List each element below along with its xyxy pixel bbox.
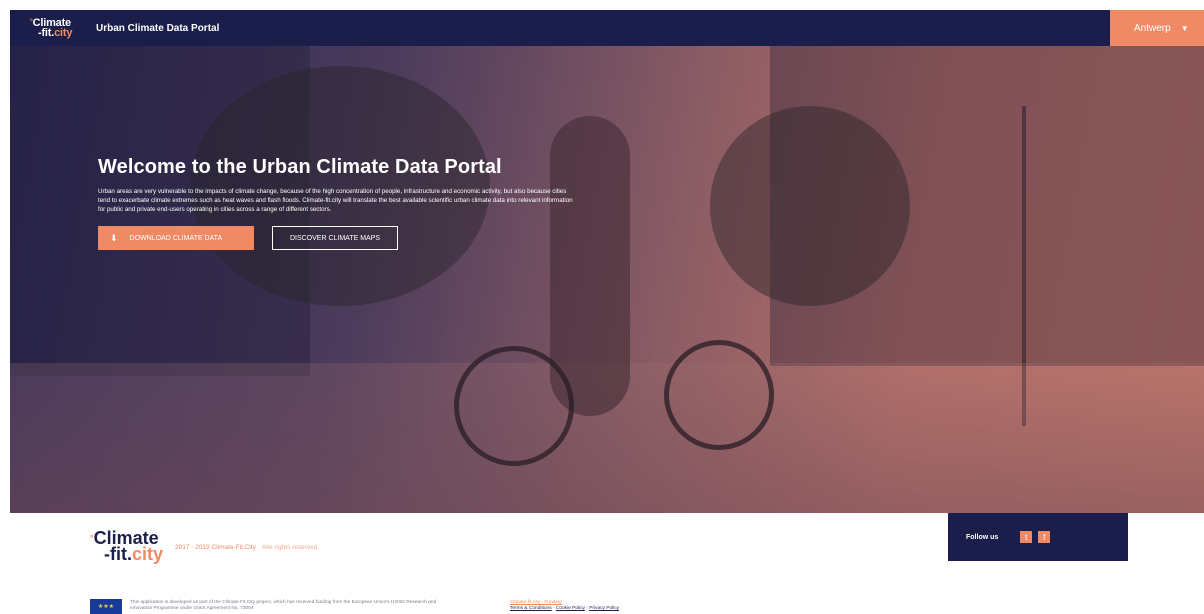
- hero-title: Welcome to the Urban Climate Data Portal: [98, 156, 502, 178]
- facebook-icon[interactable]: f: [1038, 531, 1051, 543]
- chevron-down-icon: ▼: [1180, 23, 1189, 33]
- climate-fit-city-logo[interactable]: °Climate -fit.city: [30, 18, 74, 39]
- discover-climate-maps-label: DISCOVER CLIMATE MAPS: [289, 234, 381, 242]
- footer-logo[interactable]: °Climate -fit.city: [90, 529, 164, 564]
- logo-line-2-accent: city: [54, 27, 73, 39]
- terms-link[interactable]: Terms & Conditions: [510, 606, 552, 611]
- footer-logo-line-2: -fit.: [104, 544, 132, 564]
- legal-links: Climate-fit.city - Funding Terms & Condi…: [510, 600, 619, 612]
- funding-statement: This application is developed as part of…: [130, 600, 437, 611]
- funding-link[interactable]: Climate-fit.city - Funding: [510, 600, 562, 605]
- copyright-text: 2017 - 2019 Climate-Fit.City: [175, 544, 256, 551]
- download-icon: ⬇: [110, 232, 118, 243]
- footer-logo-line-2-accent: city: [131, 544, 164, 564]
- download-climate-data-label: DOWNLOAD CLIMATE DATA: [129, 234, 223, 242]
- cookie-policy-link[interactable]: Cookie Policy: [556, 606, 585, 611]
- top-navigation-bar: °Climate -fit.city Urban Climate Data Po…: [10, 10, 1204, 46]
- portal-title[interactable]: Urban Climate Data Portal: [96, 23, 219, 34]
- city-selector-value: Antwerp: [1134, 22, 1171, 34]
- follow-us-label: Follow us: [966, 533, 999, 541]
- hero-actions: ⬇ DOWNLOAD CLIMATE DATA DISCOVER CLIMATE…: [98, 226, 578, 250]
- background-tree-right: [710, 106, 910, 306]
- logo-line-2: -fit.: [38, 27, 55, 39]
- bicycle-rear-wheel: [454, 346, 574, 466]
- rights-text: Alle rights reserved.: [261, 544, 320, 551]
- hero-description: Urban areas are very vulnerable to the i…: [98, 188, 573, 213]
- download-climate-data-button[interactable]: ⬇ DOWNLOAD CLIMATE DATA: [98, 226, 254, 250]
- follow-us-panel: Follow us t f: [948, 513, 1128, 561]
- twitter-icon[interactable]: t: [1020, 531, 1033, 543]
- privacy-policy-link[interactable]: Privacy Policy: [589, 606, 619, 611]
- eu-flag-icon: ★★★: [90, 599, 122, 614]
- city-selector-dropdown[interactable]: Antwerp ▼: [1110, 10, 1204, 46]
- hero-content: Welcome to the Urban Climate Data Portal…: [98, 156, 578, 250]
- bicycle-front-wheel: [664, 340, 774, 450]
- hero-banner: Welcome to the Urban Climate Data Portal…: [10, 46, 1204, 513]
- copyright-notice: 2017 - 2019 Climate-Fit.City Alle rights…: [175, 544, 319, 551]
- discover-climate-maps-button[interactable]: DISCOVER CLIMATE MAPS: [272, 226, 398, 250]
